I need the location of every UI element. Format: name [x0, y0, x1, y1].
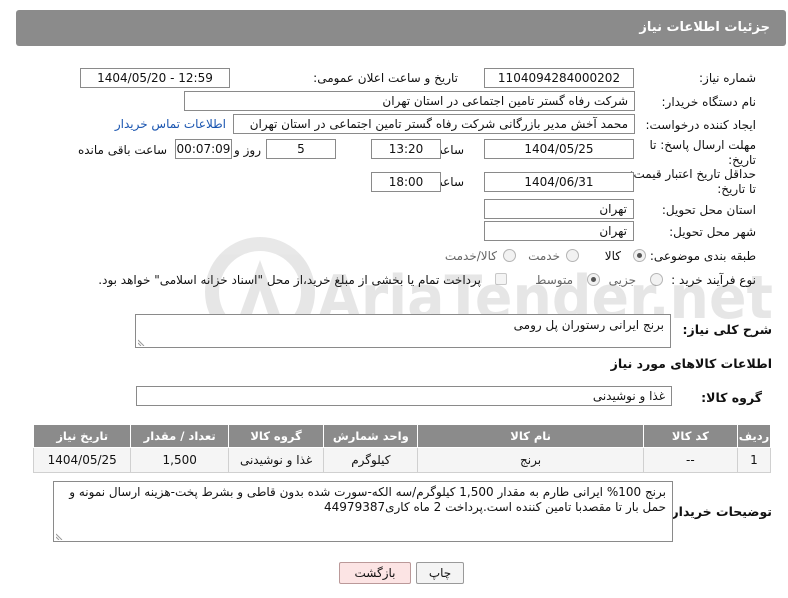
description-textarea[interactable]: برنج ایرانی رستوران پل رومی	[135, 314, 671, 348]
col-code: کد کالا	[642, 424, 738, 448]
process-label: نوع فرآیند خرید :	[671, 273, 756, 287]
description-label: شرح کلی نیاز:	[682, 322, 772, 337]
remaining-label: ساعت باقی مانده	[77, 143, 167, 157]
cell-name: برنج	[417, 447, 644, 473]
goods-group-field: غذا و نوشیدنی	[136, 386, 672, 406]
col-group: گروه کالا	[227, 424, 325, 448]
process-option-medium: متوسط	[535, 273, 573, 287]
province-label: استان محل تحویل:	[661, 203, 756, 217]
cell-unit: کیلوگرم	[323, 447, 419, 473]
validity-label: حداقل تاریخ اعتبار قیمت:	[629, 167, 756, 181]
category-radio-goods-service[interactable]	[503, 249, 516, 262]
city-field: تهران	[484, 221, 634, 241]
buyer-field: شرکت رفاه گستر تامین اجتماعی در استان ته…	[184, 91, 635, 111]
process-radio-minor[interactable]	[650, 273, 663, 286]
cell-group: غذا و نوشیدنی	[227, 447, 325, 473]
validity-label-date: تا تاریخ:	[717, 182, 756, 196]
validity-date-field: 1404/06/31	[484, 172, 634, 192]
panel-title: جزئیات اطلاعات نیاز	[16, 10, 786, 46]
need-number-field: 1104094284000202	[484, 68, 634, 88]
cell-qty: 1,500	[130, 447, 229, 473]
goods-section-title: اطلاعات کالاهای مورد نیاز	[610, 356, 772, 371]
goods-group-label: گروه کالا:	[701, 390, 762, 405]
process-radio-medium[interactable]	[587, 273, 600, 286]
need-number-label: شماره نیاز:	[699, 71, 756, 85]
deadline-time-field: 13:20	[371, 139, 441, 159]
validity-time-field: 18:00	[371, 172, 441, 192]
category-option-goods: کالا	[604, 249, 621, 263]
back-button[interactable]: بازگشت	[339, 562, 411, 584]
cell-date: 1404/05/25	[32, 447, 132, 473]
buyer-contact-link[interactable]: اطلاعات تماس خریدار	[115, 117, 226, 131]
province-field: تهران	[484, 199, 634, 219]
category-label: طبقه بندی موضوعی:	[649, 249, 756, 263]
print-button[interactable]: چاپ	[416, 562, 464, 584]
category-radio-goods[interactable]	[633, 249, 646, 262]
creator-label: ایجاد کننده درخواست:	[645, 118, 756, 132]
remaining-time-field: 00:07:09	[175, 139, 232, 159]
city-label: شهر محل تحویل:	[669, 225, 756, 239]
table-row[interactable]: 1 -- برنج کیلوگرم غذا و نوشیدنی 1,500 14…	[32, 447, 772, 473]
days-field: 5	[266, 139, 336, 159]
col-row: ردیف	[736, 424, 772, 448]
goods-table-header: ردیف کد کالا نام کالا واحد شمارش گروه کا…	[32, 424, 772, 448]
col-qty: تعداد / مقدار	[130, 424, 229, 448]
announce-label: تاریخ و ساعت اعلان عمومی:	[313, 71, 458, 85]
category-option-goods-service: کالا/خدمت	[444, 249, 497, 263]
col-date: تاریخ نیاز	[32, 424, 132, 448]
goods-table: ردیف کد کالا نام کالا واحد شمارش گروه کا…	[32, 424, 772, 473]
buyer-notes-label: توضیحات خریدار:	[666, 504, 772, 519]
col-unit: واحد شمارش	[323, 424, 419, 448]
deadline-date-field: 1404/05/25	[484, 139, 634, 159]
creator-field: محمد آخش مدیر بازرگانی شرکت رفاه گستر تا…	[233, 114, 635, 134]
col-name: نام کالا	[417, 424, 644, 448]
deadline-label-date: تاریخ:	[728, 153, 756, 167]
description-text: برنج ایرانی رستوران پل رومی	[513, 318, 664, 332]
buyer-notes-textarea[interactable]: برنج 100% ایرانی طارم به مقدار 1,500 کیل…	[53, 481, 673, 542]
days-label: روز و	[234, 143, 261, 157]
treasury-payment-note: پرداخت تمام یا بخشی از مبلغ خرید،از محل …	[98, 273, 481, 287]
buyer-notes-text: برنج 100% ایرانی طارم به مقدار 1,500 کیل…	[69, 485, 666, 514]
cell-code: --	[642, 447, 738, 473]
category-option-service: خدمت	[528, 249, 560, 263]
treasury-payment-checkbox[interactable]	[495, 273, 507, 285]
resize-grip-icon[interactable]	[138, 338, 146, 346]
buyer-label: نام دستگاه خریدار:	[661, 95, 757, 109]
category-radio-service[interactable]	[566, 249, 579, 262]
deadline-label: مهلت ارسال پاسخ: تا	[649, 138, 756, 152]
cell-row: 1	[736, 447, 772, 473]
process-option-minor: جزیی	[608, 273, 636, 287]
announce-field: 1404/05/20 - 12:59	[80, 68, 230, 88]
resize-grip-icon[interactable]	[56, 532, 64, 540]
